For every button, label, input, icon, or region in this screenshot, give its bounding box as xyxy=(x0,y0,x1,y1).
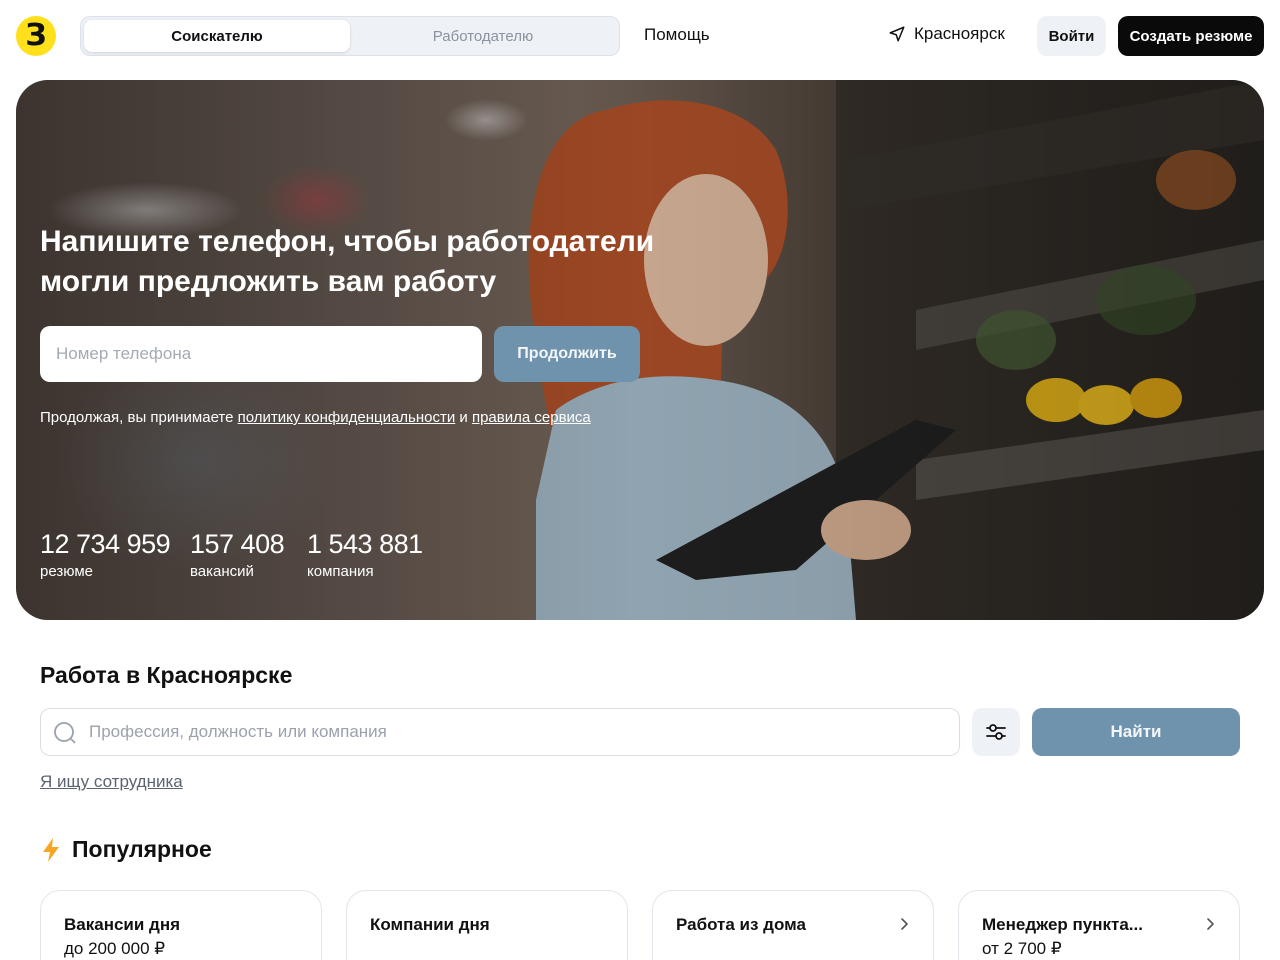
consent-and: и xyxy=(455,409,472,426)
search-input[interactable] xyxy=(89,709,949,755)
create-resume-button[interactable]: Создать резюме xyxy=(1118,16,1264,56)
stat-value: 12 734 959 xyxy=(40,529,171,559)
popular-title: Популярное xyxy=(72,836,212,862)
stat-label: резюме xyxy=(40,563,93,580)
stat-companies: 1 543 881 компания xyxy=(307,528,423,582)
stat-vacancies: 157 408 вакансий xyxy=(190,528,285,582)
stat-value: 1 543 881 xyxy=(307,529,423,559)
privacy-policy-link[interactable]: политику конфиденциальности xyxy=(238,409,456,426)
popular-heading: Популярное xyxy=(40,836,212,863)
consent-prefix: Продолжая, вы принимаете xyxy=(40,409,238,426)
popular-card-companies-of-day[interactable]: Компании дня xyxy=(346,890,628,960)
service-rules-link[interactable]: правила сервиса xyxy=(472,409,591,426)
phone-input[interactable] xyxy=(40,326,482,382)
hero-banner: Напишите телефон, чтобы работодатели мог… xyxy=(16,80,1264,620)
tab-employer[interactable]: Работодателю xyxy=(350,20,616,52)
hero-title: Напишите телефон, чтобы работодатели мог… xyxy=(40,225,655,298)
find-button[interactable]: Найти xyxy=(1032,708,1240,756)
popular-card-pickup-manager[interactable]: Менеджер пункта... от 2 700 ₽ xyxy=(958,890,1240,960)
login-button[interactable]: Войти xyxy=(1037,16,1106,56)
search-field[interactable] xyxy=(40,708,960,756)
card-subtitle: от 2 700 ₽ xyxy=(982,939,1062,958)
popular-card-remote-work[interactable]: Работа из дома xyxy=(652,890,934,960)
tab-job-seeker[interactable]: Соискателю xyxy=(84,20,350,52)
section-title: Работа в Красноярске xyxy=(40,662,293,688)
filter-sliders-icon xyxy=(986,724,1006,740)
stat-value: 157 408 xyxy=(190,529,285,559)
logo-letter: З xyxy=(25,17,47,53)
stat-label: вакансий xyxy=(190,563,254,580)
location-arrow-icon xyxy=(889,26,905,42)
card-title: Вакансии дня xyxy=(64,915,181,934)
stat-label: компания xyxy=(307,563,374,580)
help-link[interactable]: Помощь xyxy=(644,25,710,45)
logo[interactable]: З xyxy=(16,16,56,56)
card-title: Работа из дома xyxy=(676,915,806,934)
city-label: Красноярск xyxy=(914,24,1005,43)
consent-text: Продолжая, вы принимаете политику конфид… xyxy=(40,409,591,426)
employer-link[interactable]: Я ищу сотрудника xyxy=(40,772,183,792)
city-selector[interactable]: Красноярск xyxy=(888,24,1005,44)
lightning-icon xyxy=(43,837,59,862)
continue-button[interactable]: Продолжить xyxy=(494,326,640,382)
card-subtitle: до 200 000 ₽ xyxy=(64,939,166,958)
header: З Соискателю Работодателю Помощь Красноя… xyxy=(0,0,1280,72)
chevron-right-icon xyxy=(901,918,908,930)
card-title: Компании дня xyxy=(370,915,490,934)
filter-button[interactable] xyxy=(972,708,1020,756)
stat-resumes: 12 734 959 резюме xyxy=(40,528,171,582)
card-title: Менеджер пункта... xyxy=(982,915,1143,934)
popular-card-vacancies-of-day[interactable]: Вакансии дня до 200 000 ₽ xyxy=(40,890,322,960)
chevron-right-icon xyxy=(1207,918,1214,930)
role-switcher: Соискателю Работодателю xyxy=(80,16,620,56)
search-icon xyxy=(54,722,76,744)
